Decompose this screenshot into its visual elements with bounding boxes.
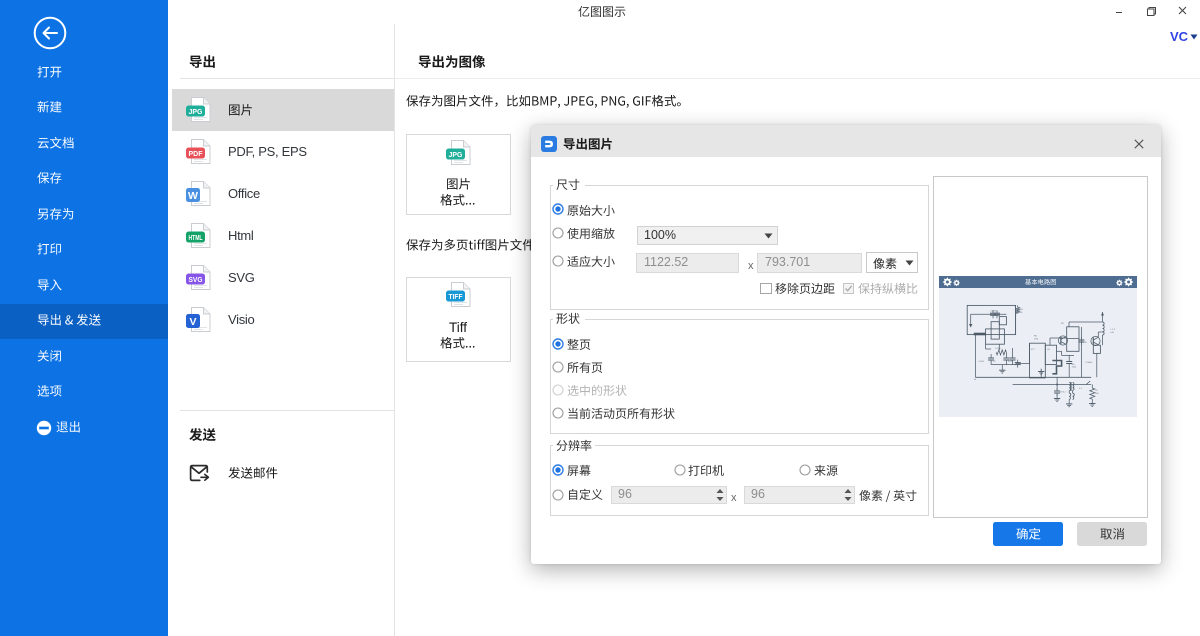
svg-text:C4 R6: C4 R6 [995, 348, 1002, 350]
svg-text:2200: 2200 [1072, 366, 1076, 368]
svg-text:5:1: 5:1 [1079, 388, 1083, 390]
svg-text:0.005: 0.005 [979, 360, 985, 362]
svg-text:C8: C8 [1084, 342, 1087, 344]
svg-text:R9: R9 [1061, 323, 1065, 325]
svg-text:W: W [188, 190, 198, 202]
svg-text:R5: R5 [1034, 335, 1038, 337]
svg-text:mH: mH [1111, 331, 1115, 333]
svg-text:SVG: SVG [189, 277, 204, 284]
svg-text:Q3: Q3 [1047, 349, 1051, 351]
svg-text:0.01: 0.01 [1008, 360, 1013, 362]
svg-text:HTML: HTML [189, 235, 204, 242]
svg-text:JPG: JPG [189, 109, 204, 116]
svg-text:600: 600 [1095, 392, 1098, 394]
svg-text:1.8K: 1.8K [1034, 338, 1039, 340]
svg-text:TIFF: TIFF [448, 294, 463, 301]
svg-text:L 1.5: L 1.5 [1111, 329, 1116, 331]
svg-text:C1 R3: C1 R3 [990, 310, 997, 312]
svg-text:JPG: JPG [448, 152, 463, 159]
svg-text:PDF: PDF [189, 151, 204, 158]
svg-text:RL: RL [1095, 390, 1098, 392]
svg-text:V: V [189, 316, 196, 328]
svg-text:C 100uF: C 100uF [1085, 362, 1093, 364]
svg-text:C5: C5 [993, 360, 996, 362]
svg-text:C9 0.1: C9 0.1 [1060, 391, 1066, 393]
svg-text:R4: R4 [1020, 309, 1024, 311]
svg-text:1K: 1K [1020, 311, 1023, 313]
svg-text:Vo: Vo [974, 379, 977, 381]
svg-text:IC2: IC2 [1031, 349, 1035, 351]
